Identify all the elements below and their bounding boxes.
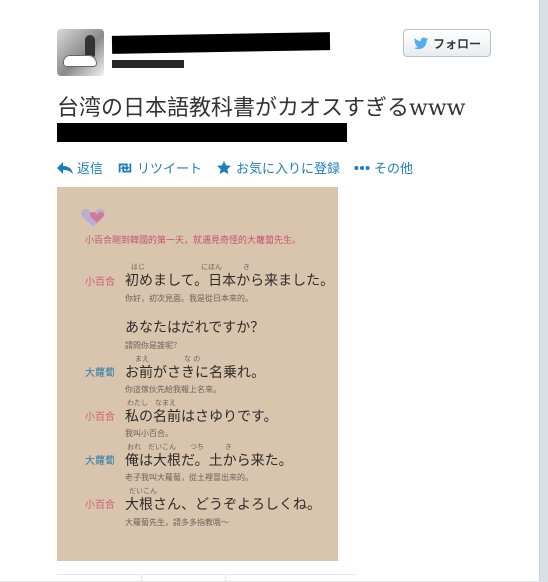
follow-label: フォロー [432, 36, 481, 51]
tweet-card: フォロー 台湾の日本語教科書がカオスすぎるwww 返信 リツイート お気に入りに… [0, 0, 540, 582]
chinese-translation: 大蘿蔔先生，請多多指教哦～ [125, 518, 229, 527]
redacted-link [57, 123, 347, 142]
redacted-display-name [111, 32, 331, 54]
speaker-label: 小百合 [85, 277, 115, 288]
speaker-label: 大蘿蔔 [85, 368, 115, 379]
chinese-translation: 請問你是誰呢？ [125, 341, 181, 350]
tweet-text: 台湾の日本語教科書がカオスすぎるwww [57, 96, 466, 121]
avatar-person-shape [85, 35, 95, 57]
chinese-translation: 我叫小百合。 [125, 429, 173, 438]
redacted-username [112, 60, 184, 68]
speaker-label: 小百合 [85, 412, 115, 423]
heart-icon [81, 209, 105, 227]
twitter-bird-icon [413, 37, 429, 49]
more-action[interactable]: その他 [354, 158, 413, 177]
japanese-line: 俺は大根だ。土から来た。 [125, 453, 293, 469]
reply-icon [57, 161, 73, 174]
avatar-car-shape [63, 55, 97, 67]
star-icon [217, 160, 232, 174]
chinese-translation: 你這傢伙先給我報上名來。 [125, 385, 221, 394]
japanese-line: お前がさきに名乗れ。 [125, 365, 266, 381]
more-icon [354, 165, 370, 170]
reply-action[interactable]: 返信 [57, 158, 103, 177]
favorite-label: お気に入りに登録 [236, 162, 341, 177]
more-label: その他 [374, 162, 414, 177]
tweet-actions: 返信 リツイート お気に入りに登録 その他 [57, 158, 413, 177]
speaker-label: 大蘿蔔 [85, 456, 115, 467]
speaker-label: 小百合 [85, 500, 115, 511]
favorite-action[interactable]: お気に入りに登録 [216, 158, 340, 177]
japanese-line: あなたはだれですか？ [125, 320, 265, 336]
photo-intro-text: 小百合剛到韓國的第一天，就遇見奇怪的大蘿蔔先生。 [85, 236, 302, 246]
japanese-line: 大根さん、どうぞよろしくね。 [125, 497, 321, 513]
chinese-translation: 你好，初次見面。我是從日本來的。 [125, 294, 253, 303]
follow-button[interactable]: フォロー [403, 29, 491, 57]
tweet-photo[interactable]: 小百合剛到韓國的第一天，就遇見奇怪的大蘿蔔先生。 小百合 はじ にほん き 初め… [57, 187, 338, 561]
japanese-line: 私の名前はさゆりです。 [125, 409, 278, 425]
chinese-translation: 老子我叫大蘿蔔，從土裡冒出來的。 [125, 473, 253, 482]
tweet-footer-divider [57, 574, 357, 582]
retweet-icon [118, 163, 132, 172]
user-avatar[interactable] [57, 29, 104, 76]
retweet-action[interactable]: リツイート [117, 158, 202, 177]
retweet-label: リツイート [137, 162, 203, 177]
reply-label: 返信 [77, 162, 104, 177]
japanese-line: 初めまして。日本から来ました。 [125, 273, 335, 289]
